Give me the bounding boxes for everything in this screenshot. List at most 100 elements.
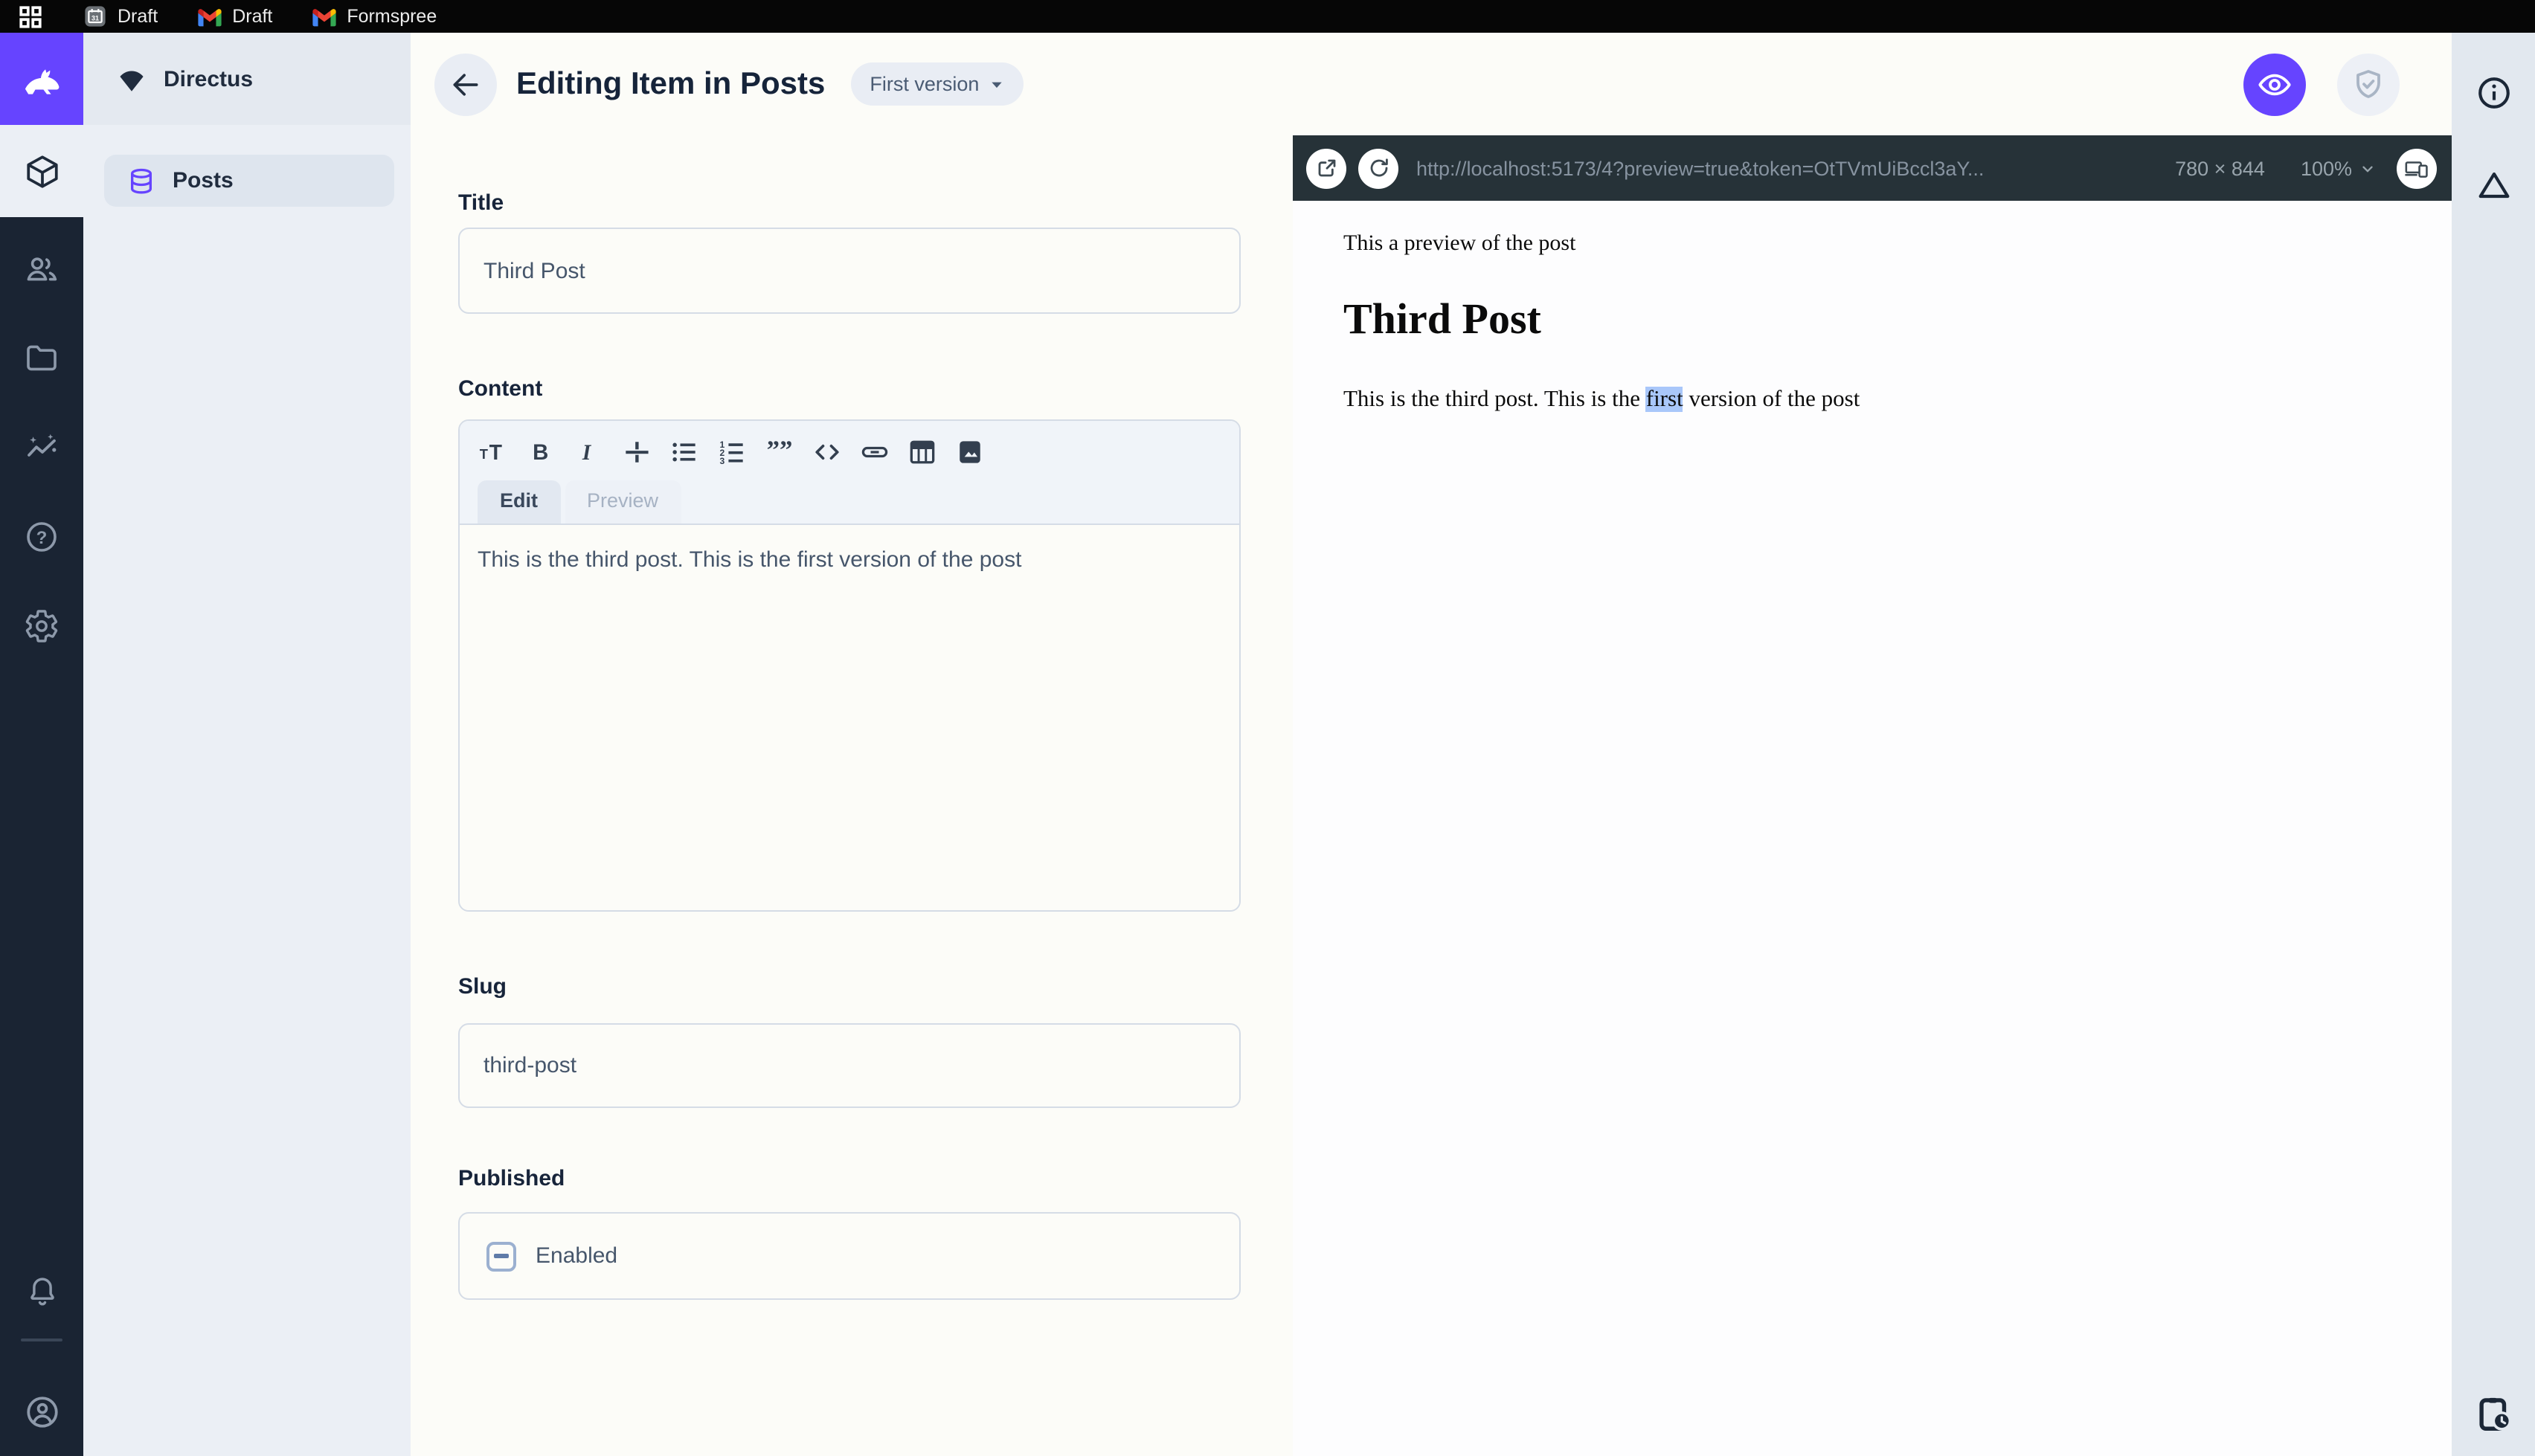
users-icon [24, 251, 60, 287]
editor-toolbar: T T B I 1 2 3 ”” Edit Preview [460, 421, 1239, 525]
right-sidebar-rail [2452, 33, 2535, 1456]
save-shield-button[interactable] [2337, 53, 2400, 115]
gmail-icon [312, 7, 336, 26]
box-icon [23, 152, 60, 190]
slug-field-label: Slug [458, 974, 507, 999]
back-button[interactable] [434, 53, 497, 115]
published-toggle[interactable]: Enabled [458, 1212, 1241, 1300]
sidebar-item-posts[interactable]: Posts [104, 155, 394, 207]
ordered-list-icon[interactable]: 1 2 3 [716, 436, 748, 468]
devices-icon [2404, 155, 2429, 181]
svg-text:T: T [480, 446, 488, 462]
preview-dimensions: 780 × 844 [2175, 157, 2265, 179]
tab-label: Draft [118, 6, 158, 27]
preview-iframe-content: This a preview of the post Third Post Th… [1293, 201, 2452, 1456]
zoom-value: 100% [2300, 157, 2352, 179]
browser-tab-draft-1[interactable]: 31 Draft [83, 4, 158, 28]
triangle-icon [2475, 166, 2512, 203]
version-selector[interactable]: First version [850, 62, 1024, 106]
eye-icon [2257, 66, 2293, 102]
preview-intro-text: This a preview of the post [1343, 232, 1576, 256]
help-icon: ? [24, 519, 60, 555]
image-icon[interactable] [954, 436, 986, 468]
gear-icon [24, 608, 60, 644]
markdown-editor: T T B I 1 2 3 ”” Edit Preview This is th… [458, 419, 1241, 912]
text-size-icon[interactable]: T T [478, 436, 510, 468]
published-checkbox-label: Enabled [536, 1243, 618, 1269]
gmail-icon [198, 7, 222, 26]
code-icon[interactable] [811, 436, 844, 468]
title-field-label: Title [458, 190, 504, 216]
tab-preview[interactable]: Preview [565, 480, 681, 524]
module-users[interactable] [0, 236, 83, 302]
bell-icon [25, 1274, 59, 1308]
revisions-button[interactable] [2452, 152, 2535, 217]
info-button[interactable] [2452, 59, 2535, 125]
svg-text:B: B [533, 440, 548, 465]
title-input[interactable]: Third Post [458, 228, 1241, 314]
rabbit-icon [16, 54, 67, 104]
checkbox-indeterminate-icon[interactable] [486, 1241, 516, 1271]
tab-label: Formspree [347, 6, 437, 27]
content-text: This is the third post. This is the firs… [478, 547, 1022, 573]
module-bar-divider [21, 1339, 62, 1341]
nav-sidebar: Directus Posts [83, 33, 411, 1456]
page-header: Editing Item in Posts First version [411, 33, 2452, 135]
browser-tab-formspree[interactable]: Formspree [312, 6, 437, 27]
avatar-icon [23, 1393, 60, 1430]
directus-logo[interactable] [0, 33, 83, 125]
blockquote-icon[interactable]: ”” [763, 436, 796, 468]
folder-icon [24, 341, 60, 376]
chevron-down-icon [989, 77, 1004, 91]
browser-top-bar: 31 Draft Draft Formspree [0, 0, 2535, 33]
pending-changes-button[interactable] [2452, 1380, 2535, 1446]
module-insights[interactable] [0, 415, 83, 480]
link-icon[interactable] [858, 436, 891, 468]
project-logo-icon [116, 63, 147, 94]
preview-zoom-select[interactable]: 100% [2301, 157, 2376, 179]
slug-input[interactable]: third-post [458, 1023, 1241, 1108]
title-input-value: Third Post [483, 258, 585, 283]
svg-text:””: ”” [767, 436, 793, 464]
device-size-button[interactable] [2397, 148, 2437, 188]
project-chooser[interactable]: Directus [83, 33, 411, 125]
chevron-down-icon [2359, 160, 2376, 176]
tab-edit[interactable]: Edit [478, 480, 560, 524]
grid-apps-icon[interactable] [18, 4, 43, 29]
shield-check-icon [2351, 66, 2386, 102]
browser-tab-draft-2[interactable]: Draft [198, 6, 272, 27]
slug-input-value: third-post [483, 1053, 577, 1078]
module-content-active[interactable] [0, 125, 83, 217]
bold-icon[interactable]: B [525, 436, 558, 468]
insights-icon [24, 430, 60, 466]
module-files[interactable] [0, 326, 83, 391]
clipboard-clock-icon [2473, 1393, 2513, 1433]
preview-toolbar: http://localhost:5173/4?preview=true&tok… [1293, 135, 2452, 201]
info-icon [2475, 74, 2512, 111]
module-settings[interactable] [0, 593, 83, 659]
editor-tab-bar: Edit Preview [478, 468, 1224, 524]
content-textarea[interactable]: This is the third post. This is the firs… [460, 525, 1239, 910]
calendar-icon: 31 [83, 4, 107, 28]
module-help[interactable]: ? [0, 504, 83, 570]
open-external-button[interactable] [1306, 148, 1346, 188]
bullet-list-icon[interactable] [668, 436, 701, 468]
table-icon[interactable] [906, 436, 939, 468]
svg-text:I: I [582, 441, 592, 465]
refresh-button[interactable] [1358, 148, 1398, 188]
preview-toggle-button[interactable] [2243, 53, 2306, 115]
module-bar: ? [0, 33, 83, 1456]
preview-url[interactable]: http://localhost:5173/4?preview=true&tok… [1416, 157, 2163, 179]
notifications-button[interactable] [0, 1258, 83, 1324]
content-field-label: Content [458, 376, 543, 402]
svg-text:31: 31 [91, 14, 99, 22]
screen: 31 Draft Draft Formspree ? Directus Post… [0, 0, 2535, 1456]
refresh-icon [1366, 156, 1390, 180]
sidebar-item-label: Posts [173, 168, 234, 193]
svg-text:?: ? [36, 528, 48, 548]
version-label: First version [870, 73, 980, 95]
strikethrough-icon[interactable] [620, 436, 653, 468]
arrow-left-icon [449, 68, 482, 100]
italic-icon[interactable]: I [573, 436, 605, 468]
user-avatar-button[interactable] [0, 1379, 83, 1444]
